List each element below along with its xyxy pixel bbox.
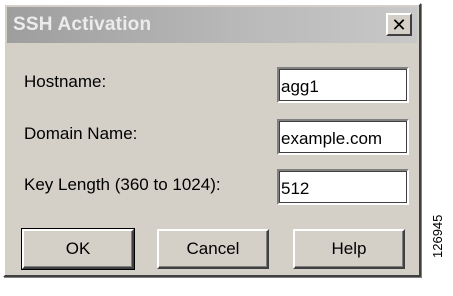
close-button[interactable]: ✕ — [386, 13, 412, 36]
figure-number: 126945 — [430, 214, 445, 258]
dialog-title: SSH Activation — [13, 14, 152, 35]
title-bar: SSH Activation ✕ — [7, 7, 417, 43]
key-length-label: Key Length (360 to 1024): — [24, 175, 221, 194]
domain-name-label: Domain Name: — [24, 124, 138, 143]
cancel-button[interactable]: Cancel — [157, 229, 269, 269]
help-button[interactable]: Help — [293, 229, 405, 269]
close-icon: ✕ — [391, 14, 407, 35]
domain-name-field[interactable]: example.com — [277, 119, 409, 155]
hostname-field[interactable]: agg1 — [277, 67, 409, 103]
ok-button[interactable]: OK — [21, 228, 135, 270]
key-length-field[interactable]: 512 — [277, 169, 409, 205]
hostname-label: Hostname: — [24, 72, 107, 91]
ssh-activation-dialog: SSH Activation ✕ Hostname: agg1 Domain N… — [3, 3, 421, 277]
